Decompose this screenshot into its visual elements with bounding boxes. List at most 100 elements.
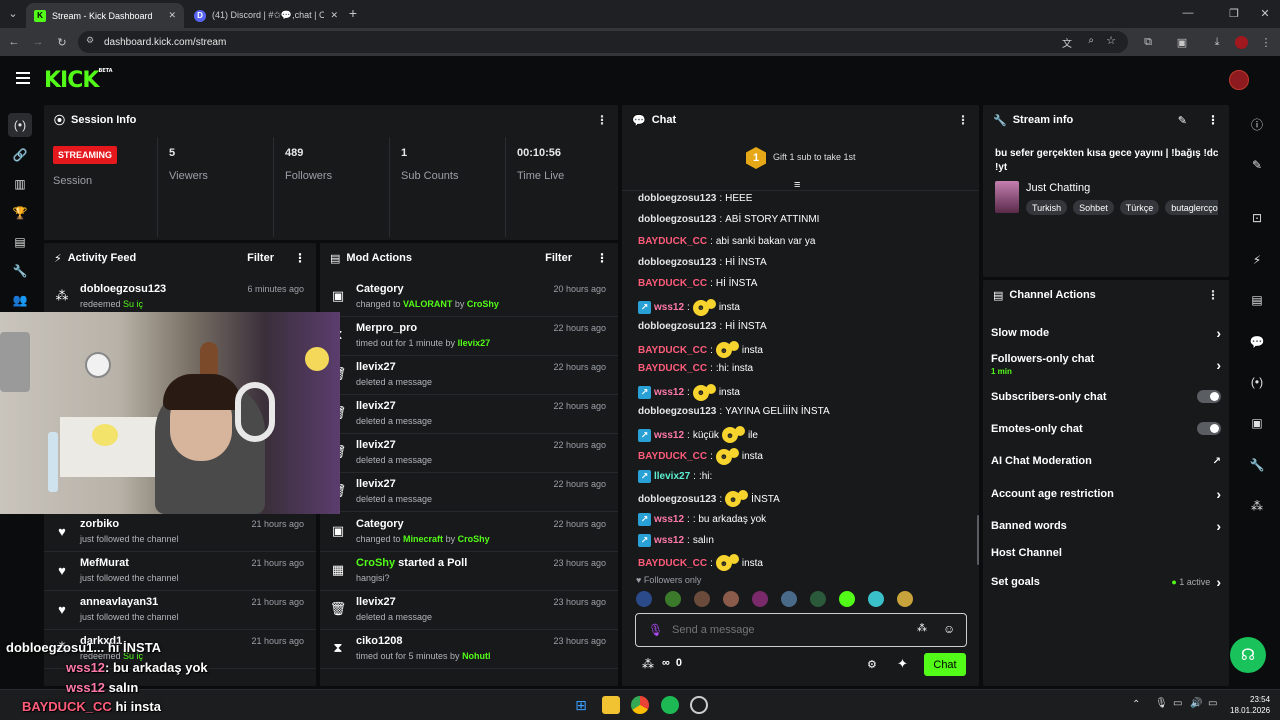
link-icon[interactable]: 🔗 [8, 143, 32, 167]
emote-icon[interactable] [752, 591, 768, 607]
battery-icon[interactable]: ▭ [1208, 698, 1217, 709]
chat-username[interactable]: dobloegzosu123 [638, 321, 716, 332]
download-icon[interactable]: ⤓ [1209, 34, 1225, 50]
extensions-icon[interactable]: ⧉ [1140, 34, 1156, 50]
trophy-icon[interactable]: 🏆 [8, 201, 32, 225]
translate-icon[interactable]: 文 [1062, 35, 1072, 50]
microphone-icon[interactable]: 🎙 [648, 623, 663, 637]
emoji-picker-icon[interactable]: ☺ [943, 622, 955, 636]
zoom-icon[interactable]: ⌕ [1088, 35, 1094, 46]
chrome-menu-icon[interactable]: ⋮ [1258, 34, 1274, 50]
more-options-icon[interactable]: ⋮ [1207, 113, 1219, 127]
file-explorer-icon[interactable] [602, 696, 620, 714]
emote-icon[interactable] [781, 591, 797, 607]
mod-tools-icon[interactable]: ✦ [897, 656, 908, 672]
pin-toggle-icon[interactable]: ≡ [794, 179, 800, 191]
apps-icon[interactable]: ⁂ [1245, 494, 1269, 518]
wrench-icon[interactable]: 🔧 [8, 259, 32, 283]
lightning-icon[interactable]: ⚡ [1245, 248, 1269, 272]
chat-username[interactable]: wss12 [654, 514, 684, 525]
banned-words-row[interactable]: Banned words › [991, 518, 1221, 534]
slow-mode-row[interactable]: Slow mode › [991, 325, 1221, 341]
account-age-row[interactable]: Account age restriction › [991, 486, 1221, 502]
emotes-only-toggle[interactable] [1197, 422, 1221, 435]
tag[interactable]: Turkish [1026, 200, 1068, 215]
minimize-icon[interactable]: — [1180, 5, 1196, 21]
steam-icon[interactable] [690, 696, 708, 714]
close-tab-icon[interactable]: ✕ [330, 10, 338, 21]
emote-icon[interactable] [839, 591, 855, 607]
pencil-icon[interactable]: ✎ [1245, 153, 1269, 177]
gift-banner[interactable]: 1 Gift 1 sub to take 1st ≡ [622, 137, 979, 191]
chat-username[interactable]: wss12 [654, 302, 684, 313]
chat-username[interactable]: wss12 [654, 387, 684, 398]
hamburger-menu-icon[interactable] [16, 72, 30, 84]
chat-username[interactable]: BAYDUCK_CC [638, 451, 707, 462]
network-icon[interactable]: ▭ [1173, 698, 1182, 709]
emote-icon[interactable] [636, 591, 652, 607]
support-headset-icon[interactable]: ☊ [1230, 637, 1266, 673]
chat-username[interactable]: llevix27 [654, 471, 690, 482]
mic-icon[interactable]: 🎙 [1155, 698, 1168, 709]
spotify-icon[interactable] [661, 696, 679, 714]
stream-icon[interactable]: (•) [8, 113, 32, 137]
close-tab-icon[interactable]: ✕ [168, 10, 176, 21]
chat-username[interactable]: wss12 [654, 535, 684, 546]
restore-icon[interactable]: ❐ [1226, 5, 1242, 21]
new-tab-icon[interactable]: + [345, 5, 361, 21]
chat-username[interactable]: BAYDUCK_CC [638, 278, 707, 289]
followers-only-row[interactable]: Followers-only chat 1 min › [991, 353, 1221, 377]
chat-username[interactable]: dobloegzosu123 [638, 257, 716, 268]
chat-icon[interactable]: 💬 [1245, 330, 1269, 354]
message-input-box[interactable]: 🎙 ⁂ ☺ [635, 613, 967, 647]
chat-username[interactable]: BAYDUCK_CC [638, 558, 707, 569]
back-icon[interactable]: ← [6, 34, 22, 50]
message-input[interactable] [672, 621, 892, 639]
tab-search-icon[interactable]: ⌄ [5, 5, 21, 21]
cast-icon[interactable]: ▣ [1174, 34, 1190, 50]
clock[interactable]: 23:54 18.01.2026 [1230, 694, 1270, 716]
chat-username[interactable]: BAYDUCK_CC [638, 345, 707, 356]
close-window-icon[interactable]: ✕ [1257, 5, 1273, 21]
chrome-icon[interactable] [631, 696, 649, 714]
send-chat-button[interactable]: Chat [924, 653, 966, 676]
chat-username[interactable]: BAYDUCK_CC [638, 363, 707, 374]
user-avatar[interactable] [1229, 70, 1249, 90]
volume-icon[interactable]: 🔊 [1190, 698, 1202, 709]
chat-scrollbar[interactable] [977, 515, 979, 565]
filter-button[interactable]: Filter [545, 252, 572, 264]
translate-icon[interactable]: ⁂ [917, 623, 927, 634]
chat-username[interactable]: dobloegzosu123 [638, 406, 716, 417]
emote-icon[interactable] [897, 591, 913, 607]
more-options-icon[interactable]: ⋮ [1207, 288, 1219, 302]
tab-kick-dashboard[interactable]: K Stream - Kick Dashboard ✕ [26, 3, 184, 28]
edit-pencil-icon[interactable]: ✎ [1178, 114, 1187, 127]
tag[interactable]: Sohbet [1073, 200, 1114, 215]
tab-discord[interactable]: D (41) Discord | #✩💬,chat | CroSh ✕ [186, 3, 346, 28]
wrench-icon[interactable]: 🔧 [1245, 453, 1269, 477]
windows-start-icon[interactable]: ⊞ [572, 696, 590, 714]
filter-button[interactable]: Filter [247, 252, 274, 264]
analytics-icon[interactable]: ▥ [8, 172, 32, 196]
chat-username[interactable]: dobloegzosu123 [638, 193, 716, 204]
tag[interactable]: Türkçe [1119, 200, 1160, 215]
more-options-icon[interactable]: ⋮ [596, 251, 608, 265]
users-icon[interactable]: 👥 [8, 288, 32, 312]
chat-username[interactable]: BAYDUCK_CC [638, 236, 707, 247]
broadcast-icon[interactable]: (•) [1245, 370, 1269, 394]
host-channel-row[interactable]: Host Channel [991, 547, 1221, 559]
emote-icon[interactable] [810, 591, 826, 607]
clip-icon[interactable]: ⊡ [1245, 206, 1269, 230]
emote-icon[interactable] [665, 591, 681, 607]
kick-logo[interactable]: KICKBETA [44, 68, 113, 93]
bookmark-star-icon[interactable]: ☆ [1106, 34, 1116, 47]
chat-username[interactable]: wss12 [654, 430, 684, 441]
more-options-icon[interactable]: ⋮ [294, 251, 306, 265]
chat-username[interactable]: dobloegzosu123 [638, 494, 716, 505]
chat-username[interactable]: dobloegzosu123 [638, 214, 716, 225]
tag[interactable]: butaglercço [1165, 200, 1218, 215]
points-icon[interactable]: ⁂ [642, 657, 654, 671]
emote-icon[interactable] [694, 591, 710, 607]
profile-avatar[interactable] [1235, 36, 1248, 49]
url-field[interactable]: ⚙ dashboard.kick.com/stream 文 ⌕ ☆ [78, 31, 1128, 53]
